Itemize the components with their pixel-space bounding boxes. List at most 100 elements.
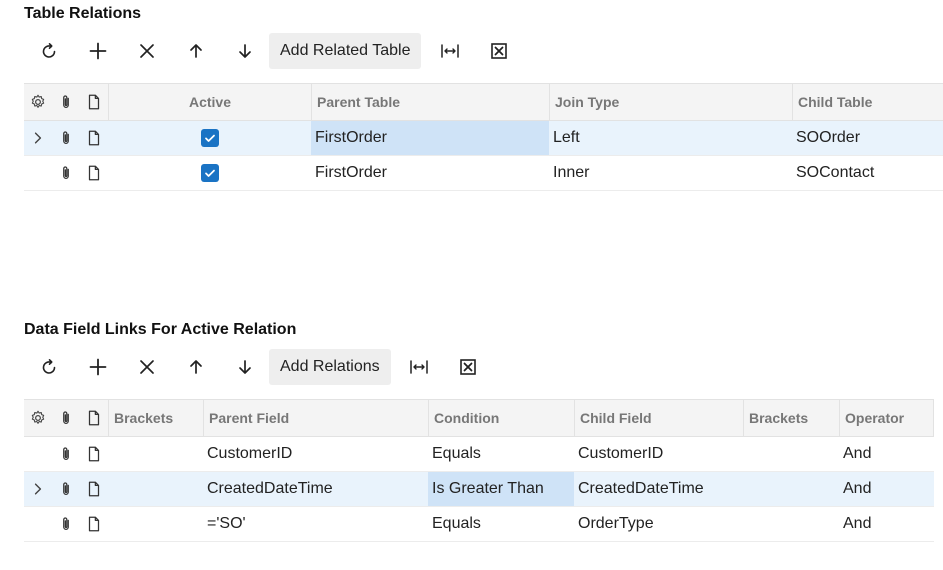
row-notes-button[interactable] — [80, 437, 108, 471]
excel-export-icon — [458, 357, 478, 377]
move-down-button[interactable] — [220, 34, 269, 68]
brackets-open-cell[interactable] — [108, 507, 203, 541]
brackets-close-cell[interactable] — [743, 472, 839, 506]
document-icon — [85, 93, 103, 111]
brackets-close-cell[interactable] — [743, 437, 839, 471]
condition-cell[interactable]: Is Greater Than — [428, 472, 574, 506]
child-field-cell[interactable]: CustomerID — [574, 437, 743, 471]
condition-cell[interactable]: Equals — [428, 437, 574, 471]
column-header-brackets-open[interactable]: Brackets — [108, 400, 203, 436]
active-checkbox[interactable] — [108, 121, 311, 155]
refresh-icon — [39, 357, 59, 377]
move-up-button[interactable] — [171, 34, 220, 68]
operator-cell[interactable]: And — [839, 472, 934, 506]
child-table-cell[interactable]: SOContact — [792, 156, 943, 190]
data-field-links-toolbar: Add Relations — [24, 349, 493, 385]
document-icon — [85, 445, 103, 463]
row-attachments-button[interactable] — [52, 437, 80, 471]
parent-field-cell[interactable]: CustomerID — [203, 437, 428, 471]
notes-header — [80, 400, 108, 436]
column-header-parent-table[interactable]: Parent Table — [311, 84, 549, 120]
add-row-button[interactable] — [73, 34, 122, 68]
grid-settings-button[interactable] — [24, 400, 52, 436]
plus-icon — [88, 357, 108, 377]
document-icon — [85, 129, 103, 147]
brackets-open-cell[interactable] — [108, 472, 203, 506]
child-field-cell[interactable]: CreatedDateTime — [574, 472, 743, 506]
delete-row-button[interactable] — [122, 34, 171, 68]
arrow-up-icon — [186, 41, 206, 61]
close-icon — [137, 41, 157, 61]
fit-columns-button[interactable] — [425, 34, 474, 68]
attachments-header — [52, 84, 80, 120]
grid-header: Brackets Parent Field Condition Child Fi… — [24, 400, 934, 437]
document-icon — [85, 164, 103, 182]
brackets-close-cell[interactable] — [743, 507, 839, 541]
column-header-join-type[interactable]: Join Type — [549, 84, 792, 120]
column-header-active[interactable]: Active — [108, 84, 311, 120]
join-type-cell[interactable]: Left — [549, 121, 792, 155]
add-relations-button[interactable]: Add Relations — [269, 349, 391, 385]
arrow-up-icon — [186, 357, 206, 377]
operator-cell[interactable]: And — [839, 437, 934, 471]
table-row[interactable]: FirstOrder Left SOOrder — [24, 121, 943, 156]
child-table-cell[interactable]: SOOrder — [792, 121, 943, 155]
row-notes-button[interactable] — [80, 472, 108, 506]
fit-columns-button[interactable] — [395, 350, 444, 384]
refresh-button[interactable] — [24, 34, 73, 68]
row-attachments-button[interactable] — [52, 507, 80, 541]
paperclip-icon — [57, 93, 75, 111]
brackets-open-cell[interactable] — [108, 437, 203, 471]
table-row[interactable]: CreatedDateTime Is Greater Than CreatedD… — [24, 472, 934, 507]
excel-export-button[interactable] — [474, 34, 523, 68]
arrow-down-icon — [235, 41, 255, 61]
row-notes-button[interactable] — [80, 121, 108, 155]
grid-header: Active Parent Table Join Type Child Tabl… — [24, 84, 943, 121]
move-up-button[interactable] — [171, 350, 220, 384]
parent-field-cell[interactable]: ='SO' — [203, 507, 428, 541]
operator-cell[interactable]: And — [839, 507, 934, 541]
excel-export-button[interactable] — [444, 350, 493, 384]
column-header-brackets-close[interactable]: Brackets — [743, 400, 839, 436]
move-down-button[interactable] — [220, 350, 269, 384]
row-expand-button[interactable] — [24, 121, 52, 155]
paperclip-icon — [57, 480, 75, 498]
row-attachments-button[interactable] — [52, 472, 80, 506]
gear-icon — [29, 409, 47, 427]
checkbox-checked[interactable] — [200, 129, 219, 147]
add-row-button[interactable] — [73, 350, 122, 384]
child-field-cell[interactable]: OrderType — [574, 507, 743, 541]
parent-table-cell[interactable]: FirstOrder — [311, 121, 549, 155]
table-row[interactable]: ='SO' Equals OrderType And — [24, 507, 934, 542]
parent-table-cell[interactable]: FirstOrder — [311, 156, 549, 190]
paperclip-icon — [57, 129, 75, 147]
parent-field-cell[interactable]: CreatedDateTime — [203, 472, 428, 506]
delete-row-button[interactable] — [122, 350, 171, 384]
join-type-cell[interactable]: Inner — [549, 156, 792, 190]
condition-cell[interactable]: Equals — [428, 507, 574, 541]
table-row[interactable]: FirstOrder Inner SOContact — [24, 156, 943, 191]
document-icon — [85, 515, 103, 533]
refresh-button[interactable] — [24, 350, 73, 384]
column-header-operator[interactable]: Operator — [839, 400, 934, 436]
column-header-child-table[interactable]: Child Table — [792, 84, 943, 120]
table-relations-grid: Active Parent Table Join Type Child Tabl… — [24, 83, 943, 191]
column-header-child-field[interactable]: Child Field — [574, 400, 743, 436]
column-header-condition[interactable]: Condition — [428, 400, 574, 436]
arrow-down-icon — [235, 357, 255, 377]
data-field-links-title: Data Field Links For Active Relation — [24, 321, 297, 338]
fit-columns-icon — [440, 41, 460, 61]
row-expand-button[interactable] — [24, 472, 52, 506]
checkbox-checked[interactable] — [200, 164, 219, 182]
attachments-header — [52, 400, 80, 436]
add-related-table-button[interactable]: Add Related Table — [269, 33, 422, 69]
column-header-parent-field[interactable]: Parent Field — [203, 400, 428, 436]
grid-settings-button[interactable] — [24, 84, 52, 120]
table-row[interactable]: CustomerID Equals CustomerID And — [24, 437, 934, 472]
active-checkbox[interactable] — [108, 156, 311, 190]
row-notes-button[interactable] — [80, 156, 108, 190]
row-attachments-button[interactable] — [52, 156, 80, 190]
row-attachments-button[interactable] — [52, 121, 80, 155]
paperclip-icon — [57, 445, 75, 463]
row-notes-button[interactable] — [80, 507, 108, 541]
